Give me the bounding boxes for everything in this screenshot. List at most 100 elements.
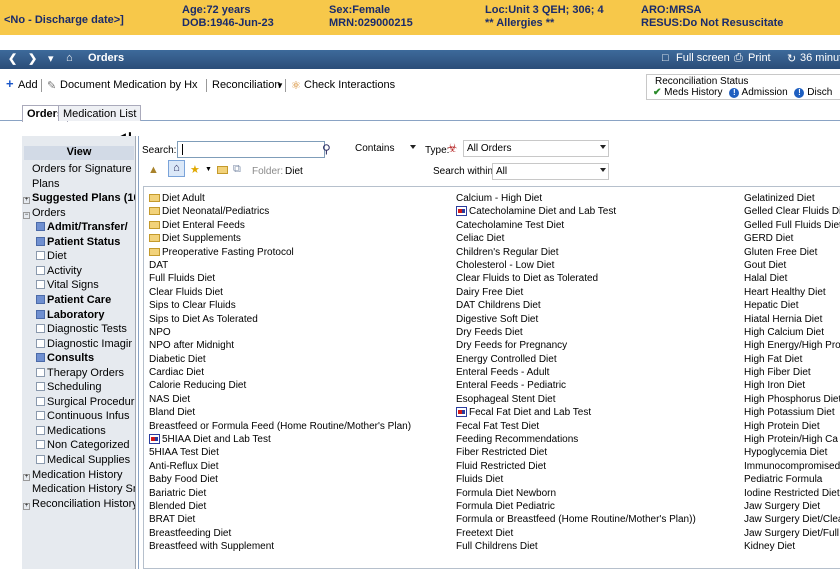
order-item[interactable]: Calcium - High Diet	[456, 192, 746, 205]
order-item[interactable]: NPO	[149, 326, 449, 339]
sidebar-item[interactable]: Patient Care	[36, 294, 111, 307]
chevron-down-icon[interactable]: ▼	[205, 166, 212, 173]
order-item[interactable]: Breastfeed or Formula Feed (Home Routine…	[149, 420, 449, 433]
sidebar-item[interactable]: Surgical Procedur	[36, 396, 134, 409]
allergies-link[interactable]: ** Allergies **	[485, 17, 554, 29]
order-item[interactable]: Full Childrens Diet	[456, 540, 746, 553]
order-item[interactable]: Fecal Fat Diet and Lab Test	[456, 406, 746, 419]
order-item[interactable]: Heart Healthy Diet	[744, 286, 840, 299]
order-item[interactable]: Anti-Reflux Diet	[149, 460, 449, 473]
order-item[interactable]: Fluid Restricted Diet	[456, 460, 746, 473]
search-input[interactable]	[177, 141, 325, 158]
order-item[interactable]: BRAT Diet	[149, 513, 449, 526]
discharge-status[interactable]: Disch	[807, 87, 832, 98]
match-mode-select[interactable]: Contains	[352, 141, 418, 158]
home-icon[interactable]: ⌂	[66, 52, 73, 64]
order-item[interactable]: Gelled Full Fluids Diet	[744, 219, 840, 232]
search-icon[interactable]: ⚲	[322, 142, 331, 156]
add-button[interactable]: Add	[18, 79, 38, 91]
folder-item[interactable]: Diet Supplements	[149, 232, 449, 245]
category-checkbox[interactable]	[36, 265, 45, 275]
sidebar-item[interactable]: + Reconciliation History	[23, 498, 135, 511]
order-type-select[interactable]: All Orders	[463, 140, 609, 157]
order-item[interactable]: Blended Diet	[149, 500, 449, 513]
order-item[interactable]: Iodine Restricted Diet	[744, 487, 840, 500]
refresh-icon[interactable]: ↻	[787, 52, 796, 65]
order-item[interactable]: Immunocompromised	[744, 460, 840, 473]
order-item[interactable]: Formula Diet Newborn	[456, 487, 746, 500]
order-item[interactable]: Enteral Feeds - Adult	[456, 366, 746, 379]
sidebar-item[interactable]: + Suggested Plans (10)	[23, 192, 135, 205]
order-item[interactable]: Fluids Diet	[456, 473, 746, 486]
order-item[interactable]: Formula or Breastfeed (Home Routine/Moth…	[456, 513, 746, 526]
forward-arrow-icon[interactable]: ❯	[28, 52, 37, 65]
sidebar-item[interactable]: Consults	[36, 352, 94, 365]
print-button[interactable]: Print	[748, 52, 771, 64]
order-item[interactable]: Clear Fluids Diet	[149, 286, 449, 299]
order-item[interactable]: NPO after Midnight	[149, 339, 449, 352]
sidebar-item[interactable]: Vital Signs	[36, 279, 99, 292]
order-item[interactable]: Sips to Diet As Tolerated	[149, 313, 449, 326]
category-checkbox[interactable]	[36, 425, 45, 435]
order-item[interactable]: 5HIAA Diet and Lab Test	[149, 433, 449, 446]
back-arrow-icon[interactable]: ❮	[8, 52, 17, 65]
check-interactions-button[interactable]: Check Interactions	[304, 79, 395, 91]
admission-status[interactable]: Admission	[742, 87, 788, 98]
category-checkbox[interactable]	[36, 222, 45, 232]
sidebar-item[interactable]: Therapy Orders	[36, 367, 124, 380]
category-checkbox[interactable]	[36, 411, 45, 421]
category-checkbox[interactable]	[36, 294, 45, 304]
category-checkbox[interactable]	[36, 338, 45, 348]
meds-history-status[interactable]: Meds History	[664, 87, 722, 98]
order-item[interactable]: High Fat Diet	[744, 353, 840, 366]
order-item[interactable]: High Iron Diet	[744, 379, 840, 392]
order-item[interactable]: High Potassium Diet	[744, 406, 840, 419]
order-item[interactable]: Calorie Reducing Diet	[149, 379, 449, 392]
order-item[interactable]: Clear Fluids to Diet as Tolerated	[456, 272, 746, 285]
order-item[interactable]: Fiber Restricted Diet	[456, 446, 746, 459]
order-item[interactable]: Diabetic Diet	[149, 353, 449, 366]
order-item[interactable]: Cardiac Diet	[149, 366, 449, 379]
order-item[interactable]: High Protein/High Ca	[744, 433, 840, 446]
expand-toggle-icon[interactable]: +	[23, 197, 30, 205]
sidebar-item[interactable]: Continuous Infus	[36, 410, 130, 423]
order-item[interactable]: Enteral Feeds - Pediatric	[456, 379, 746, 392]
order-item[interactable]: DAT Childrens Diet	[456, 299, 746, 312]
sidebar-item[interactable]: Non Categorized	[36, 439, 130, 452]
order-item[interactable]: High Phosphorus Diet	[744, 393, 840, 406]
category-checkbox[interactable]	[36, 382, 45, 392]
folder-item[interactable]: Preoperative Fasting Protocol	[149, 246, 449, 259]
copy-folder-icon[interactable]: ⧉	[233, 163, 241, 176]
order-item[interactable]: Freetext Diet	[456, 527, 746, 540]
order-item[interactable]: NAS Diet	[149, 393, 449, 406]
favorites-star-icon[interactable]: ★	[190, 163, 200, 176]
order-item[interactable]: Fecal Fat Test Diet	[456, 420, 746, 433]
category-checkbox[interactable]	[36, 251, 45, 261]
order-item[interactable]: Dairy Free Diet	[456, 286, 746, 299]
order-item[interactable]: Children's Regular Diet	[456, 246, 746, 259]
order-item[interactable]: Baby Food Diet	[149, 473, 449, 486]
order-item[interactable]: Gelatinized Diet	[744, 192, 840, 205]
nav-dropdown-icon[interactable]: ▾	[48, 52, 54, 65]
expand-toggle-icon[interactable]: +	[23, 502, 30, 510]
sidebar-item[interactable]: Orders for Signature	[32, 163, 132, 176]
order-item[interactable]: Hypoglycemia Diet	[744, 446, 840, 459]
order-item[interactable]: Hiatal Hernia Diet	[744, 313, 840, 326]
expand-toggle-icon[interactable]: −	[23, 211, 30, 219]
document-medication-button[interactable]: Document Medication by Hx	[60, 79, 198, 91]
fullscreen-button[interactable]: Full screen	[676, 52, 730, 64]
order-item[interactable]: Kidney Diet	[744, 540, 840, 553]
order-item[interactable]: Breastfeed with Supplement	[149, 540, 449, 553]
order-item[interactable]: High Fiber Diet	[744, 366, 840, 379]
order-item[interactable]: Dry Feeds for Pregnancy	[456, 339, 746, 352]
order-item[interactable]: Bland Diet	[149, 406, 449, 419]
order-item[interactable]: Jaw Surgery Diet	[744, 500, 840, 513]
tab-medication-list[interactable]: Medication List	[58, 105, 142, 121]
order-item[interactable]: Hepatic Diet	[744, 299, 840, 312]
sidebar-item[interactable]: Medical Supplies	[36, 454, 130, 467]
order-item[interactable]: Dry Feeds Diet	[456, 326, 746, 339]
category-checkbox[interactable]	[36, 324, 45, 334]
category-checkbox[interactable]	[36, 440, 45, 450]
sidebar-item[interactable]: Scheduling	[36, 381, 101, 394]
order-item[interactable]: 5HIAA Test Diet	[149, 446, 449, 459]
